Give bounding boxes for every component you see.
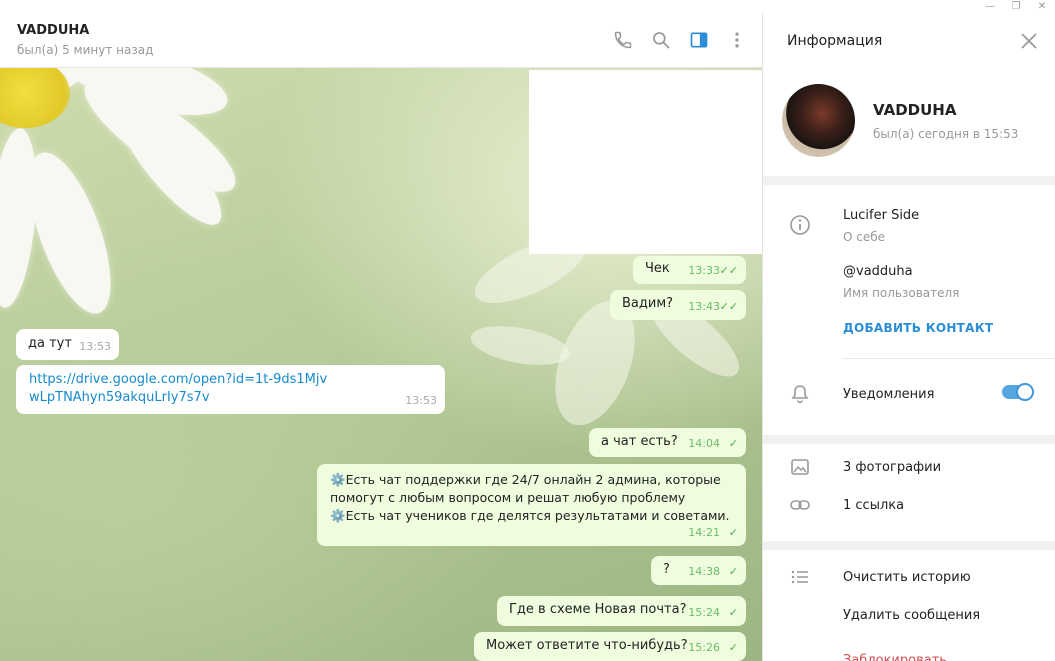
section-divider — [763, 541, 1055, 550]
read-ticks-icon: ✓✓ — [719, 264, 738, 277]
section-divider — [763, 435, 1055, 444]
message-time: 13:53 — [405, 394, 437, 407]
message-text: Может ответите что-нибудь? — [486, 638, 688, 653]
panel-title: Информация — [787, 33, 883, 49]
close-icon[interactable] — [1019, 31, 1039, 51]
sent-tick-icon: ✓ — [728, 437, 738, 450]
photo-icon — [789, 456, 811, 478]
message-line: помогут с любым вопросом и решат любую п… — [330, 490, 686, 505]
block-user-button[interactable]: Заблокировать — [843, 653, 947, 661]
link-icon — [789, 494, 811, 516]
list-icon — [789, 566, 811, 588]
message-bubble-incoming[interactable]: https://drive.google.com/open?id=1t-9ds1… — [16, 365, 445, 414]
message-bubble-outgoing[interactable]: ⚙️Есть чат поддержки где 24/7 онлайн 2 а… — [317, 464, 746, 546]
bio-value[interactable]: Lucifer Side — [843, 208, 919, 223]
message-bubble-outgoing[interactable]: а чат есть? 14:04 ✓ — [589, 428, 746, 457]
message-time: 14:21 — [688, 526, 720, 539]
chat-status: был(а) 5 минут назад — [17, 43, 154, 57]
section-divider — [763, 176, 1055, 185]
search-icon[interactable] — [650, 29, 672, 51]
message-time: 15:24 — [688, 606, 720, 619]
phone-icon[interactable] — [612, 29, 634, 51]
message-bubble-incoming[interactable]: да тут 13:53 — [16, 329, 119, 360]
message-text: ? — [663, 562, 670, 577]
notifications-toggle[interactable] — [1002, 383, 1034, 401]
sent-tick-icon: ✓ — [728, 606, 738, 619]
message-time: 13:33 — [688, 264, 720, 277]
message-bubble-outgoing[interactable]: Вадим? 13:43 ✓✓ — [610, 290, 746, 320]
window-titlebar: — ❐ ✕ — [0, 0, 1055, 13]
message-time: 14:04 — [688, 437, 720, 450]
profile-status: был(а) сегодня в 15:53 — [873, 127, 1019, 141]
chat-header-actions — [612, 29, 748, 51]
message-text: а чат есть? — [601, 434, 678, 449]
message-link[interactable]: https://drive.google.com/open?id=1t-9ds1… — [29, 371, 329, 407]
clear-history-button[interactable]: Очистить историю — [843, 570, 971, 585]
delete-messages-button[interactable]: Удалить сообщения — [843, 608, 980, 623]
message-bubble-outgoing[interactable]: Может ответите что-нибудь? 15:26 ✓ — [474, 632, 746, 661]
notifications-label: Уведомления — [843, 387, 935, 402]
message-bubble-outgoing[interactable]: Где в схеме Новая почта? 15:24 ✓ — [497, 596, 746, 626]
message-time: 13:43 — [688, 300, 720, 313]
minimize-button[interactable]: — — [977, 0, 1003, 13]
links-link[interactable]: 1 ссылка — [843, 498, 904, 513]
window-controls: — ❐ ✕ — [977, 0, 1055, 13]
sent-tick-icon: ✓ — [728, 641, 738, 654]
message-text: ⚙️Есть чат поддержки где 24/7 онлайн 2 а… — [330, 471, 730, 525]
chat-area: VADDUHA был(а) 5 минут назад Чек 13:33 ✓… — [0, 13, 762, 661]
read-ticks-icon: ✓✓ — [719, 300, 738, 313]
message-text: да тут — [28, 336, 72, 351]
avatar[interactable] — [782, 84, 855, 157]
message-bubble-outgoing[interactable]: ? 14:38 ✓ — [651, 556, 746, 585]
maximize-button[interactable]: ❐ — [1003, 0, 1029, 13]
message-line: ⚙️Есть чат учеников где делятся результа… — [330, 508, 730, 523]
chat-title[interactable]: VADDUHA — [17, 23, 89, 38]
message-text: Вадим? — [622, 296, 674, 311]
message-time: 15:26 — [688, 641, 720, 654]
sidebar-toggle-icon[interactable] — [688, 29, 710, 51]
message-text: Где в схеме Новая почта? — [509, 602, 687, 617]
profile-name: VADDUHA — [873, 101, 957, 119]
add-contact-button[interactable]: ДОБАВИТЬ КОНТАКТ — [843, 321, 993, 335]
bio-label: О себе — [843, 230, 886, 244]
message-line: ⚙️Есть чат поддержки где 24/7 онлайн 2 а… — [330, 472, 721, 487]
info-panel: Информация VADDUHA был(а) сегодня в 15:5… — [762, 13, 1055, 661]
username-label: Имя пользователя — [843, 286, 960, 300]
username-value[interactable]: @vadduha — [843, 264, 913, 279]
bell-icon — [789, 383, 811, 405]
close-window-button[interactable]: ✕ — [1029, 0, 1055, 13]
message-bubble-outgoing[interactable]: Чек 13:33 ✓✓ — [633, 256, 746, 284]
message-time: 13:53 — [79, 340, 111, 353]
info-icon — [789, 214, 811, 236]
chat-header: VADDUHA был(а) 5 минут назад — [0, 13, 762, 68]
photos-link[interactable]: 3 фотографии — [843, 460, 941, 475]
sent-tick-icon: ✓ — [728, 565, 738, 578]
more-vertical-icon[interactable] — [726, 29, 748, 51]
message-time: 14:38 — [688, 565, 720, 578]
message-text: Чек — [645, 261, 670, 276]
divider — [843, 358, 1055, 359]
image-message[interactable] — [529, 70, 762, 254]
sent-tick-icon: ✓ — [728, 526, 738, 539]
